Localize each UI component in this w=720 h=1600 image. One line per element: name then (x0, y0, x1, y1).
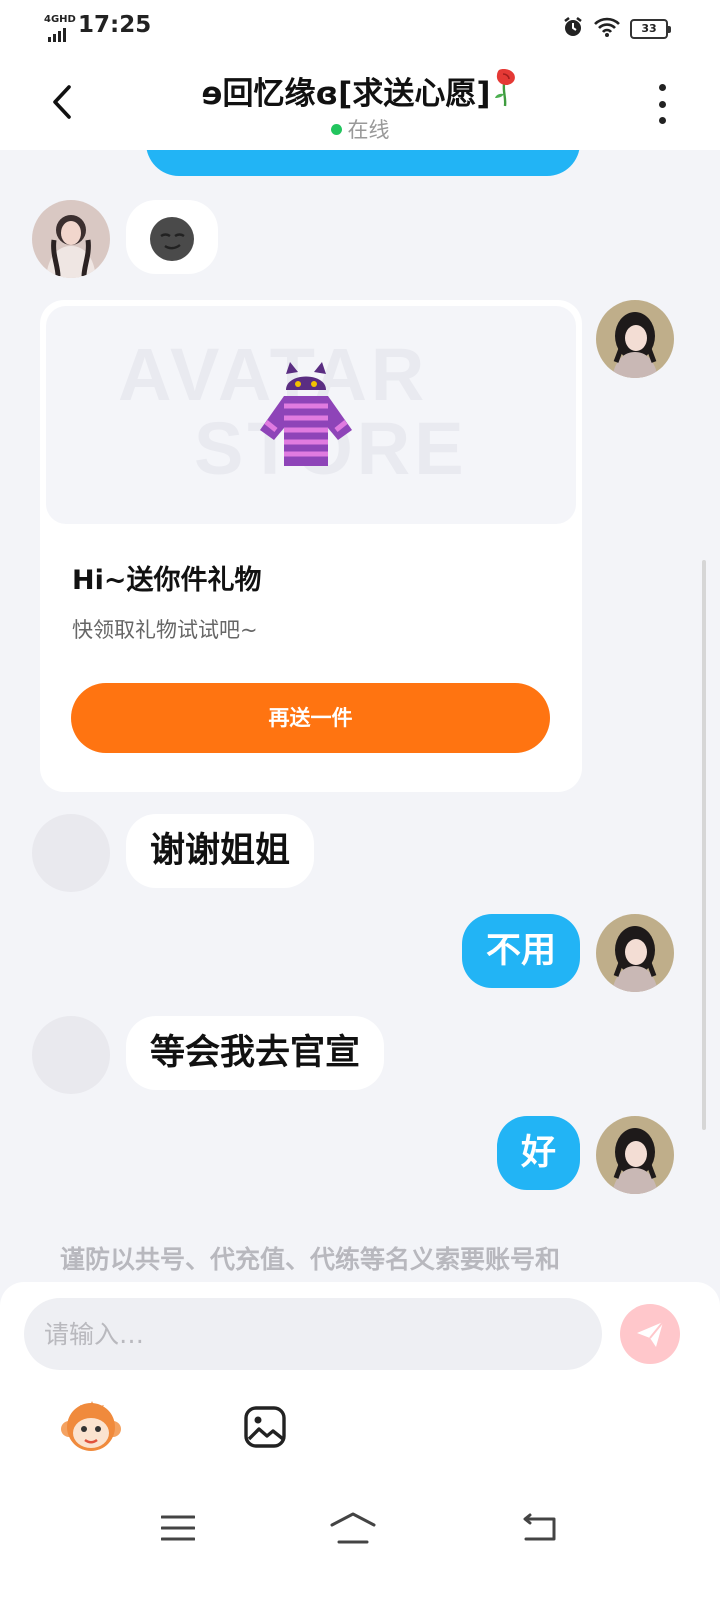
message-bubble-in: 谢谢姐姐 (126, 814, 315, 888)
image-button[interactable] (232, 1394, 298, 1460)
menu-button[interactable] (148, 1506, 208, 1550)
my-avatar[interactable] (596, 300, 674, 378)
online-status: 在线 (0, 114, 720, 144)
status-icons: 33 (562, 16, 671, 42)
gift-card[interactable]: AVATAR STORE Hi~送你件礼物 快领取礼物试试吧~ 再送一件 (40, 300, 582, 792)
message-bubble-in: 等会我去官宣 (126, 1016, 385, 1090)
chat-header: ɘ回忆缘ɞ[求送心愿] 在线 (0, 56, 720, 150)
alarm-icon (562, 16, 584, 42)
online-dot-icon (330, 124, 342, 135)
rose-icon (493, 68, 519, 116)
home-button[interactable] (323, 1506, 383, 1550)
online-status-text: 在线 (347, 118, 390, 142)
sticker-button[interactable] (58, 1394, 124, 1460)
image-icon (244, 1406, 286, 1448)
contact-avatar[interactable] (32, 200, 110, 278)
emoji-icon (149, 214, 195, 288)
safety-notice: 谨防以共号、代充值、代练等名义索要账号和 (60, 1245, 561, 1274)
scrollbar[interactable] (702, 560, 706, 1130)
network-label: 4GHD (44, 14, 76, 25)
status-bar: 4GHD 17:25 33 (0, 0, 720, 56)
contact-avatar-placeholder[interactable] (32, 814, 110, 892)
message-bubble-clipped (146, 150, 580, 176)
clock: 17:25 (78, 12, 152, 38)
network-indicator: 4GHD (44, 14, 76, 42)
gift-banner: AVATAR STORE (46, 306, 576, 524)
contact-name-text: ɘ回忆缘ɞ[求送心愿] (201, 76, 491, 112)
home-icon (330, 1512, 376, 1544)
gift-subtitle: 快领取礼物试试吧~ (72, 618, 258, 642)
contact-avatar-placeholder[interactable] (32, 1016, 110, 1094)
back-nav-button[interactable] (508, 1506, 568, 1550)
message-bubble-emoji (126, 200, 218, 274)
more-vertical-icon (658, 84, 666, 91)
wifi-icon (594, 17, 620, 41)
send-again-button[interactable]: 再送一件 (71, 683, 550, 753)
contact-name: ɘ回忆缘ɞ[求送心愿] (120, 68, 600, 116)
my-avatar[interactable] (596, 1116, 674, 1194)
sweater-icon (256, 360, 356, 474)
message-input[interactable] (24, 1298, 602, 1370)
message-bubble-out: 好 (496, 1116, 580, 1190)
message-list[interactable]: AVATAR STORE Hi~送你件礼物 快领取礼物试试吧~ 再送一件 谢谢姐… (0, 150, 720, 1286)
message-input-box[interactable] (24, 1298, 602, 1370)
gift-title: Hi~送你件礼物 (72, 565, 262, 596)
monkey-sticker-icon (61, 1401, 121, 1451)
menu-icon (161, 1515, 195, 1541)
battery-indicator: 33 (630, 19, 671, 39)
message-bubble-out: 不用 (461, 914, 580, 988)
my-avatar[interactable] (596, 914, 674, 992)
back-icon (523, 1513, 556, 1541)
send-icon (637, 1321, 664, 1347)
system-nav-bar (0, 1470, 720, 1600)
more-options-button[interactable] (650, 84, 674, 124)
send-button[interactable] (620, 1304, 680, 1364)
signal-icon (48, 28, 66, 42)
